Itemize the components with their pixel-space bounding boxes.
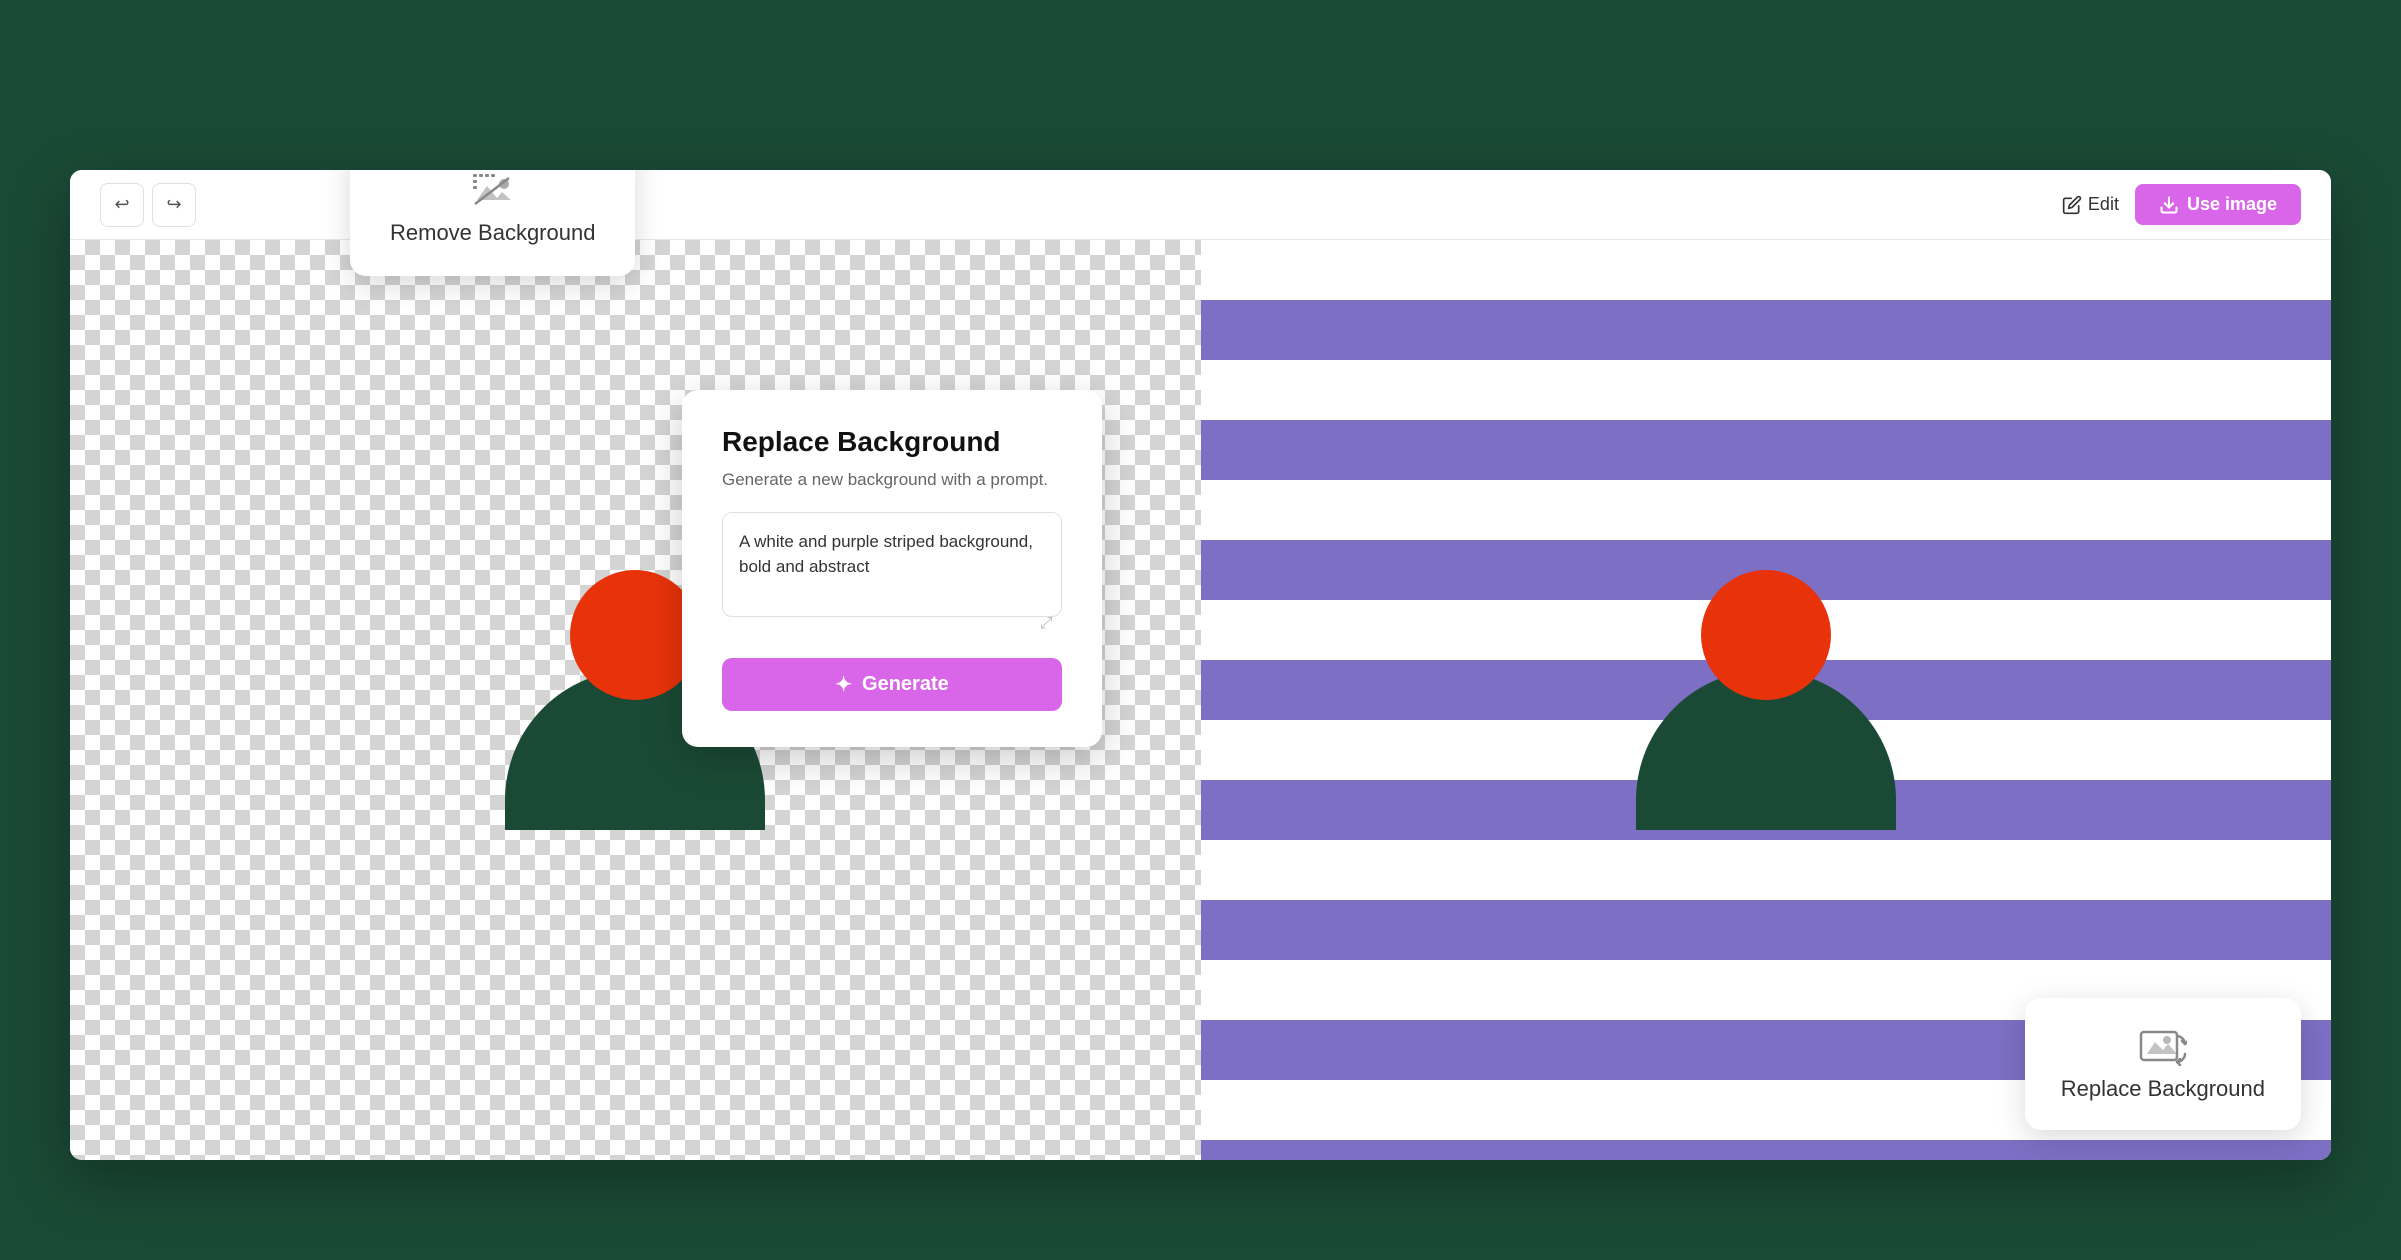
canvas-area: Remove Background (70, 240, 2331, 1160)
toolbar-right: Edit Use image (2062, 184, 2301, 225)
right-panel: Replace Background (1201, 240, 2332, 1160)
generate-button[interactable]: ✦ Generate (722, 658, 1062, 711)
avatar-head-left (570, 570, 700, 700)
use-image-button[interactable]: Use image (2135, 184, 2301, 225)
stripe-6 (1201, 840, 2332, 900)
replace-bg-tooltip-label: Replace Background (2061, 1076, 2265, 1102)
pencil-icon (2062, 195, 2082, 215)
download-icon (2159, 195, 2179, 215)
replace-bg-card-title: Replace Background (722, 426, 1062, 458)
use-image-label: Use image (2187, 194, 2277, 215)
avatar-head-right (1701, 570, 1831, 700)
undo-button[interactable]: ↩ (100, 183, 144, 227)
stripe-1 (1201, 240, 2332, 300)
prompt-wrapper: A white and purple striped background, b… (722, 512, 1062, 640)
toolbar-left: ↩ ↪ (100, 183, 196, 227)
resize-icon: ⤡ (1039, 616, 1057, 629)
replace-bg-card-subtitle: Generate a new background with a prompt. (722, 468, 1062, 492)
redo-icon: ↪ (166, 194, 181, 215)
stripe-3 (1201, 480, 2332, 540)
remove-bg-icon (469, 170, 517, 210)
replace-bg-card: Replace Background Generate a new backgr… (682, 390, 1102, 747)
replace-bg-icon (2139, 1026, 2187, 1066)
edit-label: Edit (2088, 194, 2119, 215)
sparkle-icon: ✦ (835, 672, 852, 697)
generate-label: Generate (862, 673, 949, 696)
editor-window: ↩ ↪ Edit Use image (70, 170, 2331, 1160)
redo-button[interactable]: ↪ (152, 183, 196, 227)
prompt-textarea[interactable]: A white and purple striped background, b… (722, 512, 1062, 617)
remove-bg-tooltip: Remove Background (350, 170, 635, 276)
avatar-figure-right (1636, 570, 1896, 830)
replace-bg-tooltip: Replace Background (2025, 998, 2301, 1130)
stripe-2 (1201, 360, 2332, 420)
edit-button[interactable]: Edit (2062, 194, 2119, 215)
undo-icon: ↩ (114, 194, 129, 215)
remove-bg-label: Remove Background (390, 220, 595, 246)
